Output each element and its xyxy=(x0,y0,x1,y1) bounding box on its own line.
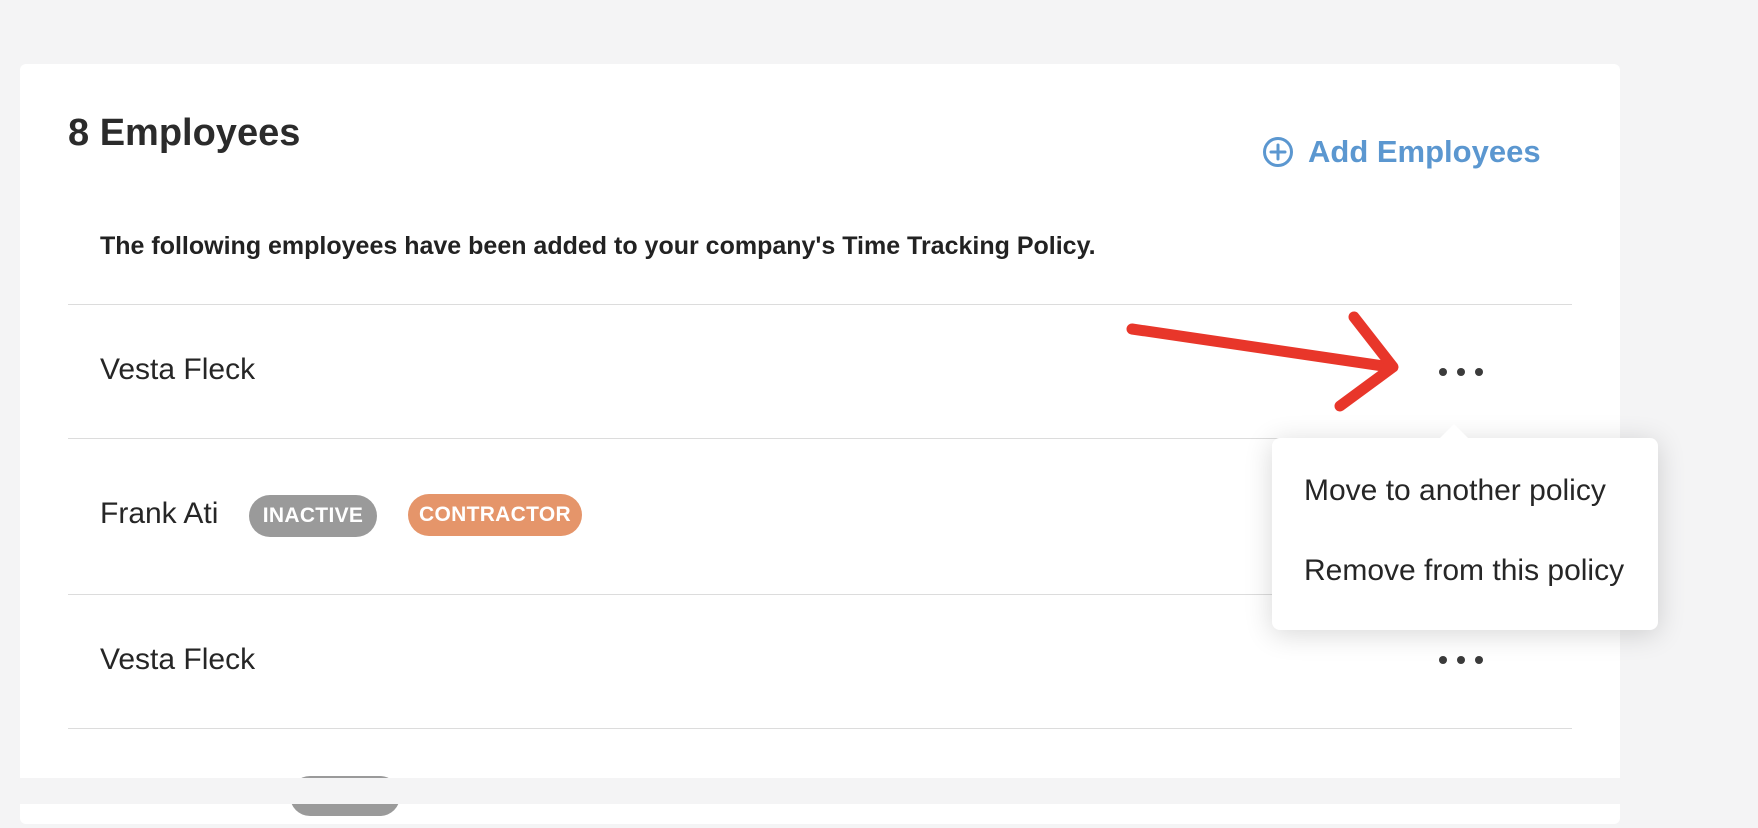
remove-from-policy-item[interactable]: Remove from this policy xyxy=(1304,554,1624,588)
page-title: 8 Employees xyxy=(68,112,301,154)
move-to-another-policy-item[interactable]: Move to another policy xyxy=(1304,474,1606,508)
page-background xyxy=(0,778,1758,804)
add-employees-label: Add Employees xyxy=(1308,134,1541,169)
more-actions-button[interactable] xyxy=(1439,645,1483,675)
employee-name: Vesta Fleck xyxy=(100,353,256,386)
policy-description: The following employees have been added … xyxy=(100,232,1096,260)
add-employees-button[interactable]: Add Employees xyxy=(1262,134,1541,170)
contractor-badge: CONTRACTOR xyxy=(408,494,582,536)
inactive-badge: INACTIVE xyxy=(249,495,377,537)
employee-name: Vesta Fleck xyxy=(100,643,256,676)
more-horizontal-icon xyxy=(1439,368,1447,376)
table-row: Vesta Fleck xyxy=(68,304,1572,438)
more-horizontal-icon xyxy=(1439,656,1447,664)
more-actions-button[interactable] xyxy=(1439,357,1483,387)
menu-caret xyxy=(1440,424,1468,438)
plus-circle-icon xyxy=(1262,136,1294,168)
row-actions-menu: Move to another policy Remove from this … xyxy=(1272,424,1658,630)
employee-name: Frank Ati xyxy=(100,497,219,530)
